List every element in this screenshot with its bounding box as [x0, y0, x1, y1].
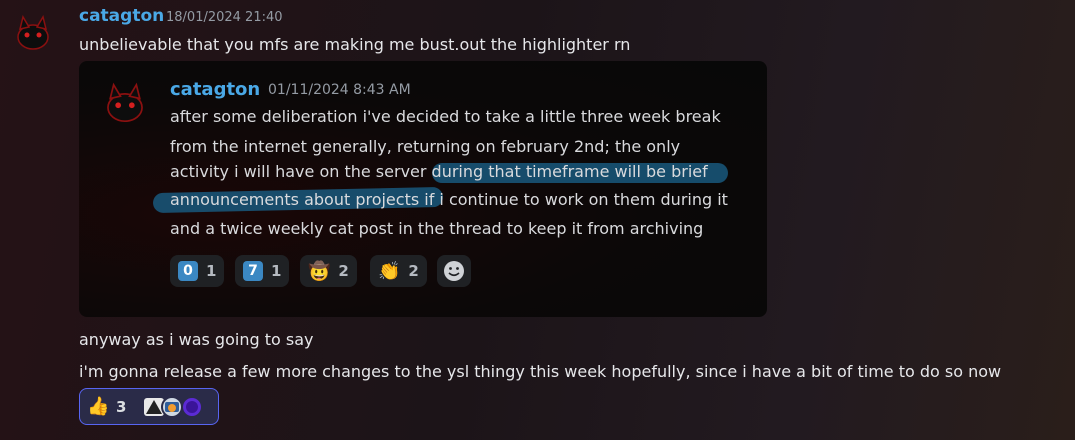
embed-reaction-clap: 👏 2 — [370, 255, 427, 287]
message-timestamp: 18/01/2024 21:40 — [166, 10, 283, 25]
embed-add-reaction — [437, 255, 471, 287]
reactor-avatars — [142, 395, 212, 419]
black-cat-icon — [17, 15, 49, 50]
embed-timestamp: 01/11/2024 8:43 AM — [268, 82, 411, 98]
embed-text-line: announcements about projects if i contin… — [170, 190, 728, 209]
embed-text-line: activity i will have on the server durin… — [170, 162, 708, 181]
keycap-zero-icon: 0 — [178, 261, 198, 281]
embed-avatar — [97, 78, 143, 123]
reactor-avatar-stack-icon — [144, 396, 203, 418]
thumbs-up-reaction[interactable]: 👍 3 — [79, 388, 219, 425]
message-text: i'm gonna release a few more changes to … — [79, 362, 1002, 381]
message-username[interactable]: catagton — [79, 6, 164, 26]
embed-reaction-seven: 7 1 — [235, 255, 290, 287]
embed-reaction-zero: 0 1 — [170, 255, 225, 287]
user-avatar[interactable] — [11, 11, 55, 55]
embed-reaction-cowboy: 🤠 2 — [300, 255, 357, 287]
message-text: unbelievable that you mfs are making me … — [79, 35, 631, 54]
keycap-seven-icon: 7 — [243, 261, 263, 281]
smiley-icon — [444, 261, 464, 281]
reaction-count: 1 — [271, 262, 282, 280]
thumbs-up-icon: 👍 — [87, 396, 110, 417]
message-text: anyway as i was going to say — [79, 330, 314, 349]
reaction-count: 2 — [338, 262, 349, 280]
reaction-count: 1 — [206, 262, 217, 280]
embed-text-line: and a twice weekly cat post in the threa… — [170, 219, 704, 238]
reaction-count: 3 — [116, 398, 127, 416]
clapping-hands-icon: 👏 — [378, 260, 401, 282]
embed-text-line: from the internet generally, returning o… — [170, 137, 681, 156]
cowboy-face-icon: 🤠 — [308, 260, 331, 282]
embed-username: catagton — [170, 79, 261, 100]
black-cat-icon — [107, 82, 143, 123]
reaction-count: 2 — [408, 262, 419, 280]
embed-text-line: after some deliberation i've decided to … — [170, 107, 721, 126]
